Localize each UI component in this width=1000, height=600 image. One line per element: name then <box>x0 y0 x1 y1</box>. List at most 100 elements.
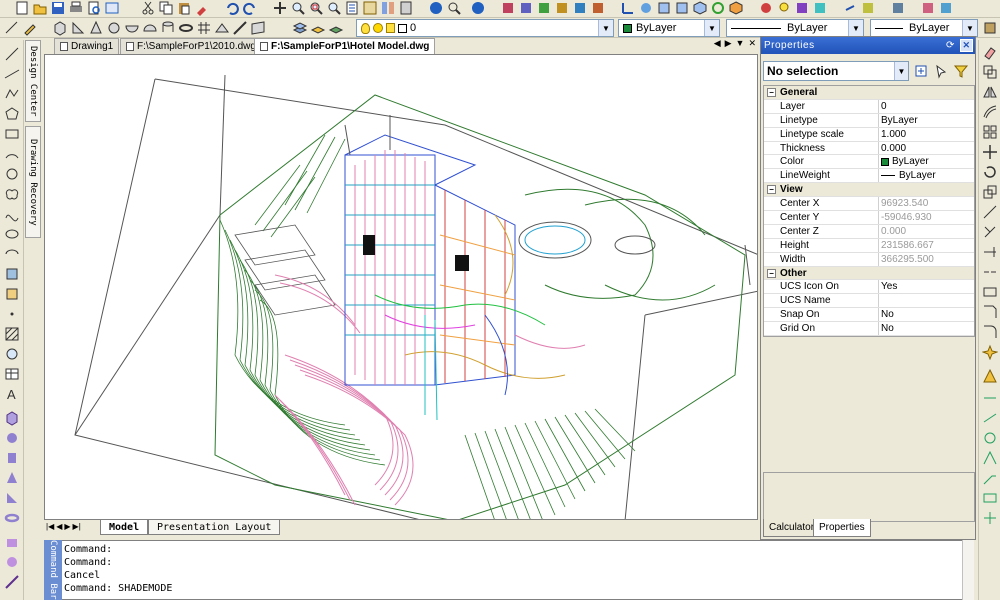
dim-aligned-icon[interactable] <box>982 410 998 426</box>
array-icon[interactable] <box>982 124 998 140</box>
property-row[interactable]: Thickness 0.000 <box>764 141 974 156</box>
quick-select-icon[interactable] <box>953 63 969 79</box>
lineweight-dropdown[interactable]: ByLayer ▼ <box>870 19 978 37</box>
copy-object-icon[interactable] <box>982 64 998 80</box>
point-icon[interactable] <box>4 306 20 322</box>
zoom-previous-icon[interactable] <box>326 0 342 16</box>
fillet-icon[interactable] <box>982 324 998 340</box>
polyline-icon[interactable] <box>4 86 20 102</box>
extrude-icon[interactable] <box>4 534 20 550</box>
chevron-down-icon[interactable]: ▼ <box>962 20 977 36</box>
sphere-solid-icon[interactable] <box>4 430 20 446</box>
revolve-icon[interactable] <box>4 554 20 570</box>
category-general[interactable]: − General <box>764 86 974 100</box>
new-icon[interactable] <box>14 0 30 16</box>
xref-icon[interactable] <box>860 0 876 16</box>
paste-icon[interactable] <box>176 0 192 16</box>
cylinder-solid-icon[interactable] <box>4 450 20 466</box>
sheet-set-icon[interactable] <box>938 0 954 16</box>
ellipse-arc-icon[interactable] <box>4 246 20 262</box>
property-row[interactable]: Height 231586.667 <box>764 238 974 253</box>
property-row[interactable]: UCS Icon On Yes <box>764 280 974 295</box>
tab-drawing-recovery[interactable]: Drawing Recovery <box>25 126 41 238</box>
center-mark-icon[interactable] <box>982 510 998 526</box>
cylinder-icon[interactable] <box>160 20 176 36</box>
wedge-icon[interactable] <box>70 20 86 36</box>
tab-prev-icon[interactable]: ◀ <box>714 38 721 49</box>
region-icon[interactable] <box>4 346 20 362</box>
property-row[interactable]: Layer 0 <box>764 99 974 114</box>
chamfer-icon[interactable] <box>982 304 998 320</box>
copy-icon[interactable] <box>158 0 174 16</box>
collapse-icon[interactable]: − <box>767 88 776 97</box>
property-value[interactable] <box>878 294 974 308</box>
chevron-down-icon[interactable]: ▼ <box>704 20 719 36</box>
rotate-icon[interactable] <box>982 164 998 180</box>
property-value[interactable]: 0.000 <box>878 141 974 155</box>
help-icon-2[interactable] <box>470 0 486 16</box>
property-value[interactable]: ByLayer <box>878 155 974 169</box>
draw-toolbar-icon[interactable] <box>4 20 20 36</box>
view-front-icon[interactable] <box>674 0 690 16</box>
mirror-icon[interactable] <box>982 84 998 100</box>
category-other[interactable]: − Other <box>764 266 974 281</box>
prev-layout-icon[interactable]: ◀ <box>56 522 62 531</box>
extend-icon[interactable] <box>982 244 998 260</box>
collapse-icon[interactable]: − <box>767 268 776 278</box>
publish-icon[interactable] <box>104 0 120 16</box>
command-scrollbar[interactable] <box>962 540 974 600</box>
material-icon[interactable] <box>794 0 810 16</box>
category-view[interactable]: − View <box>764 183 974 198</box>
tab-model[interactable]: Model <box>100 520 149 535</box>
command-window[interactable] <box>44 540 974 600</box>
print-icon[interactable] <box>68 0 84 16</box>
layer-manager-icon[interactable] <box>292 20 308 36</box>
mesh-icon[interactable] <box>196 20 212 36</box>
color-dropdown[interactable]: ByLayer ▼ <box>618 19 720 37</box>
undo-icon[interactable] <box>224 0 240 16</box>
spline-icon[interactable] <box>4 206 20 222</box>
pencil-icon[interactable] <box>22 20 38 36</box>
draw-order-icon[interactable] <box>500 0 516 16</box>
cone-icon[interactable] <box>88 20 104 36</box>
dish-icon[interactable] <box>124 20 140 36</box>
chevron-down-icon[interactable]: ▼ <box>894 62 908 80</box>
break-icon[interactable] <box>982 264 998 280</box>
tab-calculator[interactable]: Calculator <box>763 519 821 537</box>
dome-icon[interactable] <box>142 20 158 36</box>
box-solid-icon[interactable] <box>4 410 20 426</box>
circle-icon[interactable] <box>4 166 20 182</box>
stretch-icon[interactable] <box>982 204 998 220</box>
pin-icon[interactable]: ⟳ <box>944 39 957 52</box>
match-properties-icon[interactable] <box>194 0 210 16</box>
property-row[interactable]: Grid On No <box>764 322 974 337</box>
polygon-icon[interactable] <box>4 106 20 122</box>
close-icon[interactable]: ✕ <box>960 39 973 52</box>
zoom-realtime-icon[interactable] <box>290 0 306 16</box>
last-layout-icon[interactable]: ▶| <box>73 522 81 531</box>
redo-icon[interactable] <box>242 0 258 16</box>
wedge-solid-icon[interactable] <box>4 490 20 506</box>
table-icon[interactable] <box>4 366 20 382</box>
scale-icon[interactable] <box>982 184 998 200</box>
next-layout-icon[interactable]: ▶ <box>64 522 70 531</box>
3dface-icon[interactable] <box>250 20 266 36</box>
close-icon[interactable]: ✕ <box>748 38 756 49</box>
property-row[interactable]: Linetype scale 1.000 <box>764 127 974 142</box>
property-row[interactable]: Linetype ByLayer <box>764 113 974 128</box>
trim-icon[interactable] <box>982 224 998 240</box>
property-value[interactable]: Yes <box>878 280 974 294</box>
revcloud-icon[interactable] <box>4 186 20 202</box>
insert-block-icon[interactable] <box>4 266 20 282</box>
preview-icon[interactable] <box>86 0 102 16</box>
leader-icon[interactable] <box>982 470 998 486</box>
tool-palette-icon[interactable] <box>380 0 396 16</box>
erase-icon[interactable] <box>982 44 998 60</box>
drawing-canvas[interactable] <box>44 54 758 520</box>
tab-design-center[interactable]: Design Center <box>25 40 41 122</box>
collapse-icon[interactable]: − <box>767 185 776 195</box>
selection-dropdown[interactable]: No selection ▼ <box>763 61 909 81</box>
tab-list-icon[interactable]: ▼ <box>736 38 745 49</box>
arc-icon[interactable] <box>4 146 20 162</box>
hyperlink-icon[interactable] <box>842 0 858 16</box>
